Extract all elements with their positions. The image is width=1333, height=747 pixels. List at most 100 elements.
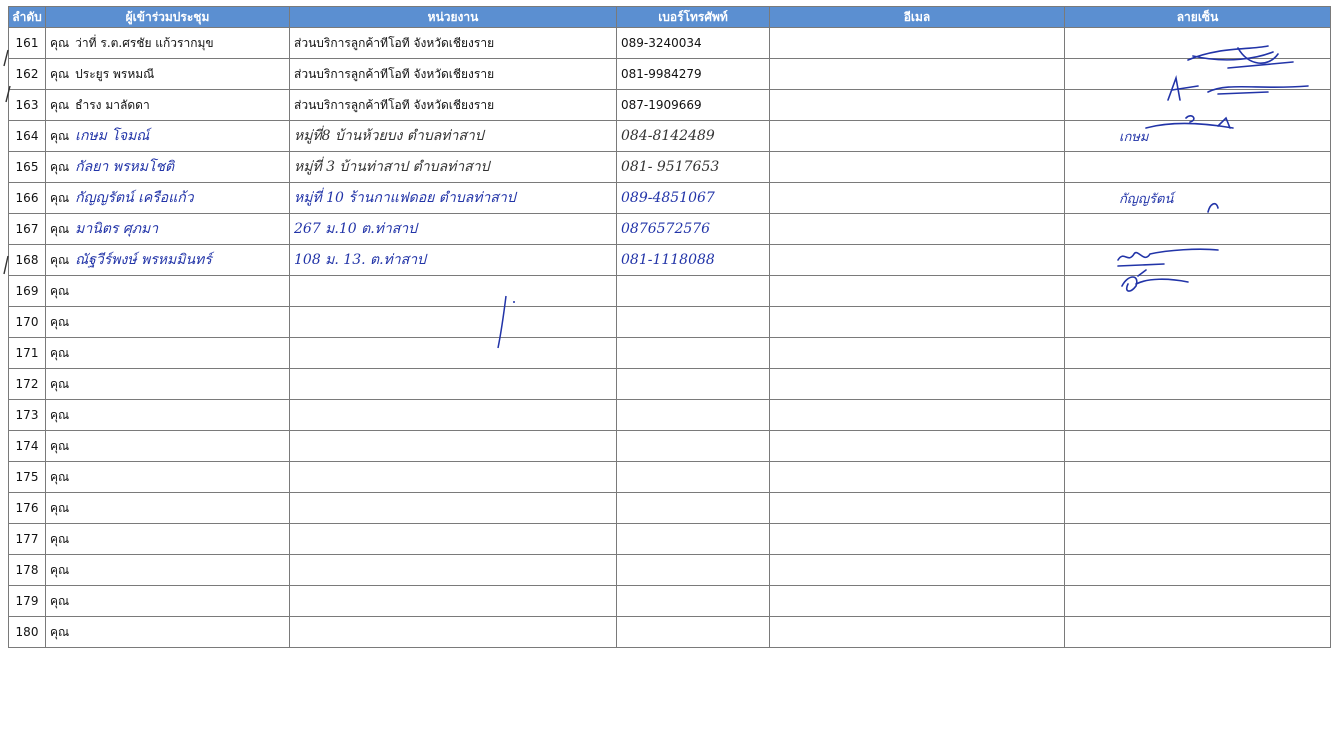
agency-cell: หมู่ที่ 10 ร้านกาแฟดอย ตำบลท่าสาป	[289, 182, 617, 214]
agency-cell	[289, 523, 617, 555]
header-phone: เบอร์โทรศัพท์	[616, 6, 770, 28]
table-row: 162 คุณ ประยูร พรหมณี ส่วนบริการลูกค้าทีโอท…	[8, 58, 1331, 90]
header-agency: หน่วยงาน	[289, 6, 617, 28]
phone-text: 089-3240034	[621, 36, 702, 50]
signature-cell	[1064, 58, 1331, 90]
agency-cell	[289, 461, 617, 493]
table-row: 178 คุณ	[8, 554, 1331, 586]
table-row: 165 คุณ กัลยา พรหมโชติ หมู่ที่ 3 บ้านท่าสาป…	[8, 151, 1331, 183]
attendance-sheet: ลำดับ ผู้เข้าร่วมประชุม หน่วยงาน เบอร์โท…	[3, 6, 1331, 648]
phone-cell: 087-1909669	[616, 89, 770, 121]
participant-name: กัญญรัตน์ เครือแก้ว	[75, 190, 194, 206]
email-cell	[769, 27, 1065, 59]
email-cell	[769, 213, 1065, 245]
name-prefix: คุณ	[50, 407, 70, 422]
participant-name: ว่าที่ ร.ต.ศรชัย แก้วรากมุข	[75, 35, 214, 50]
email-cell	[769, 492, 1065, 524]
signature-cell	[1064, 399, 1331, 431]
agency-cell	[289, 430, 617, 462]
email-cell	[769, 616, 1065, 648]
phone-cell: 081- 9517653	[616, 151, 770, 183]
table-row: 164 คุณ เกษม โจมณ์ หมู่ที่8 บ้านห้วยบง ตำบล…	[8, 120, 1331, 152]
name-prefix: คุณ	[50, 191, 70, 205]
phone-cell	[616, 337, 770, 369]
phone-text: 081- 9517653	[621, 159, 720, 175]
table-row: 167 คุณ มานิตร ศุภมา 267 ม.10 ต.ท่าสาป 08765…	[8, 213, 1331, 245]
phone-cell: 0876572576	[616, 213, 770, 245]
attendance-table: ลำดับ ผู้เข้าร่วมประชุม หน่วยงาน เบอร์โท…	[8, 6, 1331, 648]
name-prefix: คุณ	[50, 222, 70, 236]
phone-cell	[616, 399, 770, 431]
name-prefix: คุณ	[50, 160, 70, 174]
row-number: 170	[8, 306, 46, 338]
signature-cell	[1064, 492, 1331, 524]
email-cell	[769, 461, 1065, 493]
agency-cell: 108 ม. 13. ต.ท่าสาป	[289, 244, 617, 276]
row-number: 172	[8, 368, 46, 400]
row-number: 162	[8, 58, 46, 90]
name-prefix: คุณ	[50, 562, 70, 577]
phone-cell	[616, 523, 770, 555]
table-row: 169 คุณ	[8, 275, 1331, 307]
participant-cell: คุณ	[45, 585, 290, 617]
table-body: 161 คุณ ว่าที่ ร.ต.ศรชัย แก้วรากมุข ส่วนบริ…	[8, 27, 1331, 648]
name-prefix: คุณ	[50, 253, 70, 267]
participant-cell: คุณ	[45, 399, 290, 431]
phone-cell	[616, 554, 770, 586]
agency-cell	[289, 337, 617, 369]
signature-cell	[1064, 306, 1331, 338]
email-cell	[769, 523, 1065, 555]
phone-cell: 084-8142489	[616, 120, 770, 152]
name-prefix: คุณ	[50, 129, 70, 143]
participant-cell: คุณ	[45, 461, 290, 493]
row-number: 173	[8, 399, 46, 431]
header-email: อีเมล	[769, 6, 1065, 28]
name-prefix: คุณ	[50, 438, 70, 453]
phone-text: 089-4851067	[621, 190, 715, 206]
phone-cell	[616, 430, 770, 462]
table-row: 173 คุณ	[8, 399, 1331, 431]
participant-name: กัลยา พรหมโชติ	[75, 159, 175, 175]
signature-cell: เกษม	[1064, 120, 1331, 152]
participant-name: มานิตร ศุภมา	[75, 221, 159, 237]
email-cell	[769, 151, 1065, 183]
phone-cell	[616, 368, 770, 400]
phone-cell	[616, 306, 770, 338]
name-prefix: คุณ	[50, 531, 70, 546]
table-row: 174 คุณ	[8, 430, 1331, 462]
phone-cell	[616, 275, 770, 307]
phone-text: 081-9984279	[621, 67, 702, 81]
participant-cell: คุณ	[45, 554, 290, 586]
signature-cell	[1064, 430, 1331, 462]
table-row: 168 คุณ ณัฐวีร์พงษ์ พรหมมินทร์ 108 ม. 13. ต…	[8, 244, 1331, 276]
header-signature: ลายเซ็น	[1064, 6, 1331, 28]
signature-cell	[1064, 337, 1331, 369]
signature-text: กัญญรัตน์	[1119, 191, 1174, 207]
table-row: 175 คุณ	[8, 461, 1331, 493]
row-number: 167	[8, 213, 46, 245]
participant-cell: คุณ	[45, 275, 290, 307]
table-row: 161 คุณ ว่าที่ ร.ต.ศรชัย แก้วรากมุข ส่วนบริ…	[8, 27, 1331, 59]
agency-text: 267 ม.10 ต.ท่าสาป	[294, 221, 418, 237]
phone-text: 0876572576	[621, 221, 711, 237]
agency-cell	[289, 306, 617, 338]
agency-cell: 267 ม.10 ต.ท่าสาป	[289, 213, 617, 245]
participant-cell: คุณ	[45, 306, 290, 338]
name-prefix: คุณ	[50, 66, 70, 81]
agency-text: 108 ม. 13. ต.ท่าสาป	[294, 252, 426, 268]
agency-cell	[289, 275, 617, 307]
agency-cell: ส่วนบริการลูกค้าทีโอที จังหวัดเชียงราย	[289, 27, 617, 59]
participant-cell: คุณ ธำรง มาลัดดา	[45, 89, 290, 121]
agency-cell: ส่วนบริการลูกค้าทีโอที จังหวัดเชียงราย	[289, 89, 617, 121]
participant-cell: คุณ	[45, 523, 290, 555]
email-cell	[769, 399, 1065, 431]
row-number: 179	[8, 585, 46, 617]
table-row: 177 คุณ	[8, 523, 1331, 555]
signature-cell	[1064, 213, 1331, 245]
participant-cell: คุณ	[45, 430, 290, 462]
email-cell	[769, 430, 1065, 462]
agency-text: หมู่ที่ 10 ร้านกาแฟดอย ตำบลท่าสาป	[294, 190, 516, 206]
email-cell	[769, 182, 1065, 214]
email-cell	[769, 244, 1065, 276]
agency-text: หมู่ที่8 บ้านห้วยบง ตำบลท่าสาป	[294, 128, 484, 144]
